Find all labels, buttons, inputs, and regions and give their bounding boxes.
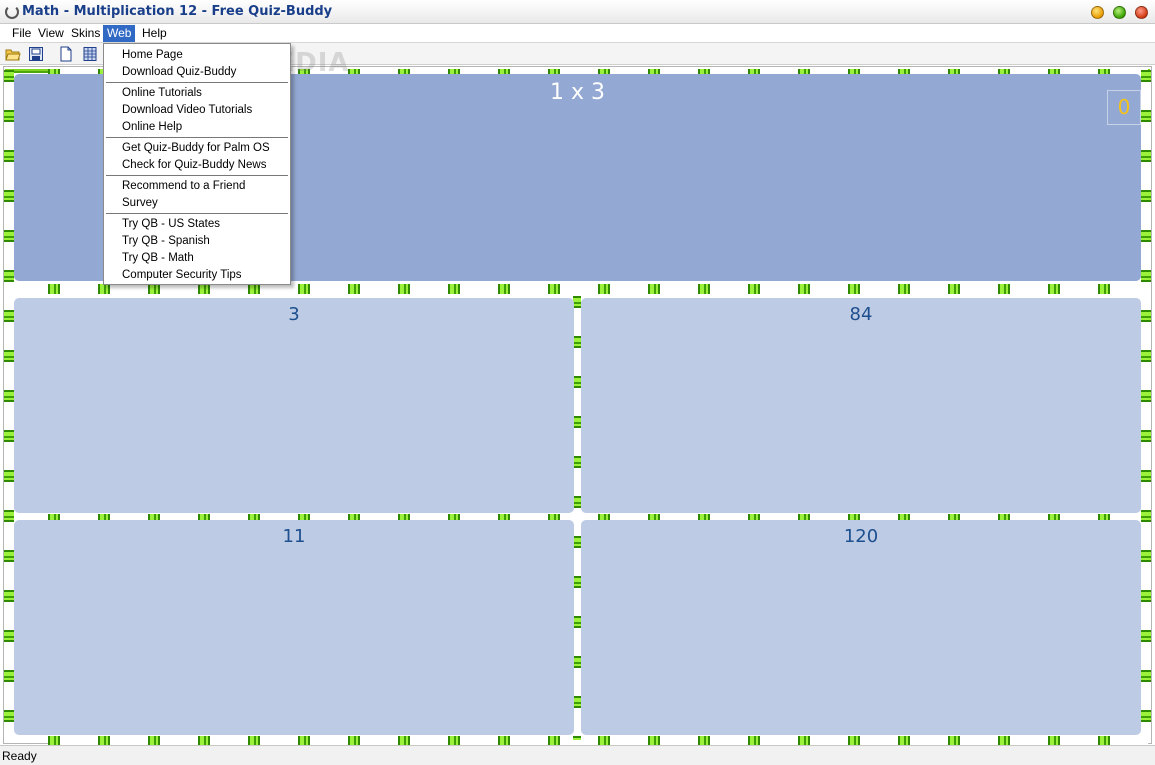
answer-text: 3	[288, 304, 300, 325]
minimize-button[interactable]	[1091, 6, 1104, 19]
open-folder-icon[interactable]	[5, 46, 21, 62]
menu-skins[interactable]: Skins	[67, 25, 104, 42]
menu-item-download[interactable]: Download Quiz-Buddy	[122, 64, 236, 81]
maximize-button[interactable]	[1113, 6, 1126, 19]
menu-separator	[106, 175, 288, 176]
menu-separator	[106, 82, 288, 83]
menu-item-try-spanish[interactable]: Try QB - Spanish	[122, 233, 210, 250]
menu-item-video-tutorials[interactable]: Download Video Tutorials	[122, 102, 252, 119]
menu-item-try-math[interactable]: Try QB - Math	[122, 250, 194, 267]
menu-bar: File View Skins Web Help	[0, 24, 1155, 43]
menu-item-palm-os[interactable]: Get Quiz-Buddy for Palm OS	[122, 140, 270, 157]
save-icon[interactable]	[28, 46, 44, 62]
score-counter: 0	[1107, 90, 1141, 125]
menu-item-try-us-states[interactable]: Try QB - US States	[122, 216, 220, 233]
app-icon	[5, 5, 19, 19]
answer-text: 84	[849, 304, 873, 325]
close-button[interactable]	[1135, 6, 1148, 19]
menu-file[interactable]: File	[8, 25, 35, 42]
answer-option-4[interactable]: 120	[581, 520, 1141, 735]
grid-icon[interactable]	[82, 46, 98, 62]
menu-view[interactable]: View	[34, 25, 68, 42]
menu-item-security-tips[interactable]: Computer Security Tips	[122, 267, 242, 284]
menu-item-online-tutorials[interactable]: Online Tutorials	[122, 85, 202, 102]
menu-item-news[interactable]: Check for Quiz-Buddy News	[122, 157, 266, 174]
answer-option-2[interactable]: 84	[581, 298, 1141, 513]
answer-text: 11	[282, 526, 306, 547]
menu-item-recommend[interactable]: Recommend to a Friend	[122, 178, 245, 195]
window-title: Math - Multiplication 12 - Free Quiz-Bud…	[22, 4, 333, 19]
menu-item-online-help[interactable]: Online Help	[122, 119, 182, 136]
menu-separator	[106, 213, 288, 214]
new-document-icon[interactable]	[58, 46, 74, 62]
menu-item-survey[interactable]: Survey	[122, 195, 158, 212]
status-bar: Ready	[0, 745, 1155, 765]
bamboo-right	[1141, 70, 1151, 742]
bamboo-middle-upper	[48, 284, 1148, 294]
menu-separator	[106, 137, 288, 138]
web-menu-dropdown: Home Page Download Quiz-Buddy Online Tut…	[103, 43, 291, 285]
bamboo-left	[4, 70, 14, 742]
title-bar: Math - Multiplication 12 - Free Quiz-Bud…	[0, 0, 1155, 24]
answer-text: 120	[843, 526, 879, 547]
menu-help[interactable]: Help	[138, 25, 171, 42]
status-text: Ready	[2, 749, 37, 763]
menu-item-home-page[interactable]: Home Page	[122, 47, 183, 64]
menu-web[interactable]: Web	[103, 25, 136, 42]
answer-option-1[interactable]: 3	[14, 298, 574, 513]
answer-option-3[interactable]: 11	[14, 520, 574, 735]
bamboo-center	[573, 296, 581, 740]
